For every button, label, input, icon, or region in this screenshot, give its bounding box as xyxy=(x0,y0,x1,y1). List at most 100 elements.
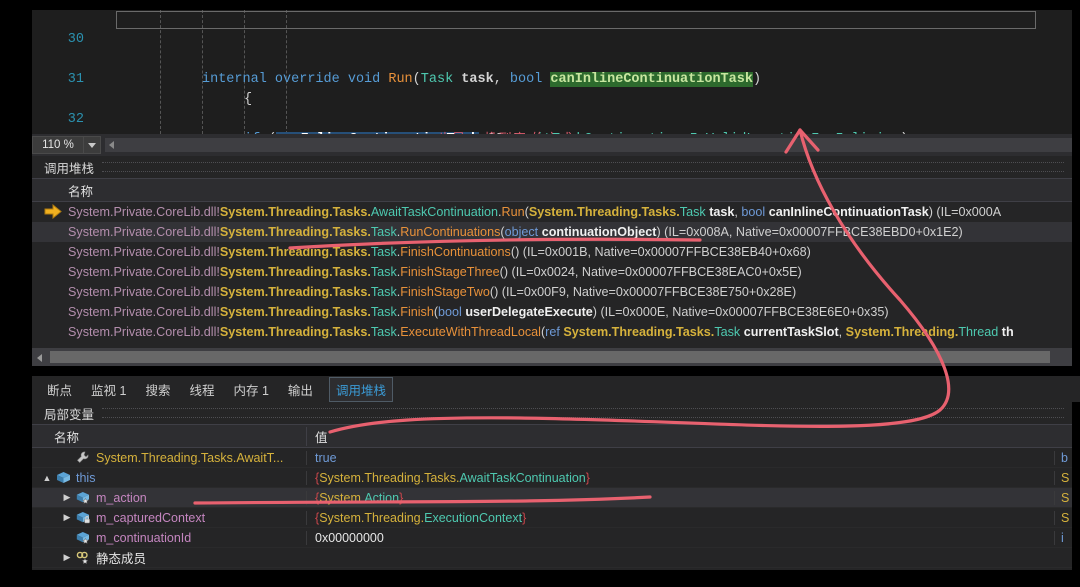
expander-collapse-icon[interactable]: ▲ xyxy=(40,473,54,483)
param-caninline-highlight: canInlineContinuationTask xyxy=(550,72,753,87)
expander-expand-icon[interactable]: ▶ xyxy=(60,492,74,503)
call-stack-header: 名称 xyxy=(32,178,1072,202)
frame-offsets: (IL=0x008A, Native=0x00007FFBCE38EBD0+0x… xyxy=(661,225,963,239)
locals-variable-name: m_capturedContext xyxy=(92,511,205,525)
frame-module: System.Private.CoreLib.dll! xyxy=(68,305,220,319)
expander-expand-icon[interactable]: ▶ xyxy=(60,552,74,563)
kw-override: override xyxy=(275,72,340,87)
frame-offsets: (IL=0x000A xyxy=(933,205,1001,219)
frame-arg-keyword: bool xyxy=(438,305,462,319)
frame-class: AwaitTaskContinuation xyxy=(371,205,498,219)
locals-row[interactable]: ▶ 静态成员 xyxy=(32,548,1072,568)
code-editor[interactable]: 30 internal override void Run(Task task,… xyxy=(32,10,1072,134)
title-dots-divider xyxy=(102,408,1064,418)
zoom-level-value[interactable]: 110 % xyxy=(32,136,84,154)
call-stack-rows[interactable]: System.Private.CoreLib.dll!System.Thread… xyxy=(32,202,1072,346)
field-icon xyxy=(74,531,92,544)
tab-2[interactable]: 搜索 xyxy=(142,378,173,401)
frame-arg-keyword: ref xyxy=(545,325,560,339)
locals-title: 局部变量 xyxy=(44,404,94,423)
frame-arg-name: continuationObject xyxy=(542,225,657,239)
locals-row[interactable]: ▶ m_capturedContext {System.Threading.Exec… xyxy=(32,508,1072,528)
call-stack-frame[interactable]: System.Private.CoreLib.dll!System.Thread… xyxy=(32,202,1072,222)
param-task: task xyxy=(461,72,493,87)
visual-studio-debugger-window: 30 internal override void Run(Task task,… xyxy=(0,0,1080,587)
column-header-value: 值 xyxy=(306,427,1054,446)
code-line[interactable]: 30 internal override void Run(Task task,… xyxy=(32,10,1072,30)
call-stack-horizontal-scrollbar[interactable] xyxy=(32,348,1072,366)
frame-namespace: System.Threading.Tasks. xyxy=(220,225,371,239)
code-line-text: internal override void Run(Task task, bo… xyxy=(202,70,761,90)
frame-namespace: System.Threading.Tasks. xyxy=(220,325,371,339)
frame-arg-name: canInlineContinuationTask xyxy=(769,205,929,219)
frame-arg-namespace: System.Threading.Tasks. xyxy=(563,325,714,339)
call-stack-frame[interactable]: System.Private.CoreLib.dll!System.Thread… xyxy=(32,282,1072,302)
locals-row-type-cell: b xyxy=(1054,451,1072,465)
line-number: 31 xyxy=(58,70,84,90)
frame-class: Task xyxy=(371,325,397,339)
locals-row[interactable]: ▲this{System.Threading.Tasks.AwaitTaskCo… xyxy=(32,468,1072,488)
locals-variable-name: m_continuationId xyxy=(92,531,191,545)
tab-0[interactable]: 断点 xyxy=(44,378,75,401)
frame-class: Task xyxy=(371,225,397,239)
scroll-left-icon[interactable] xyxy=(34,351,46,363)
chevron-down-icon[interactable] xyxy=(84,136,101,154)
locals-rows[interactable]: System.Threading.Tasks.AwaitT... trueb ▲th… xyxy=(32,448,1072,568)
debug-tab-strip[interactable]: 断点监视 1 搜索线程内存 1 输出调用堆栈 xyxy=(32,376,1080,402)
call-stack-frame[interactable]: System.Private.CoreLib.dll!System.Thread… xyxy=(32,302,1072,322)
static-members-icon xyxy=(74,551,92,564)
editor-zoom-bar: 110 % xyxy=(32,134,1072,156)
frame-module: System.Private.CoreLib.dll! xyxy=(68,225,220,239)
tab-3[interactable]: 线程 xyxy=(186,378,217,401)
locals-row-name-cell: m_continuationId xyxy=(32,531,306,545)
field-private-icon xyxy=(74,511,92,524)
method-run: Run xyxy=(388,72,412,87)
kw-void: void xyxy=(348,72,380,87)
locals-row-name-cell: ▶ m_capturedContext xyxy=(32,511,306,525)
tab-5[interactable]: 输出 xyxy=(285,378,316,401)
method-icon xyxy=(74,451,92,464)
locals-row[interactable]: m_continuationId 0x00000000i xyxy=(32,528,1072,548)
locals-variable-name: System.Threading.Tasks.AwaitT... xyxy=(92,451,283,465)
call-stack-frame[interactable]: System.Private.CoreLib.dll!System.Thread… xyxy=(32,322,1072,342)
frame-method: FinishStageThree xyxy=(400,265,499,279)
tab-6[interactable]: 调用堆栈 xyxy=(329,377,393,402)
frame-method: FinishStageTwo xyxy=(400,285,490,299)
locals-row-type-cell: i xyxy=(1054,531,1072,545)
locals-row[interactable]: System.Threading.Tasks.AwaitT... trueb xyxy=(32,448,1072,468)
locals-row[interactable]: ▶m_action{System.Action}S xyxy=(32,488,1072,508)
locals-title-bar: 局部变量 xyxy=(32,402,1072,424)
frame-arg-name: task xyxy=(709,205,734,219)
frame-class: Task xyxy=(371,285,397,299)
locals-variable-name: 静态成员 xyxy=(92,548,146,567)
code-line[interactable]: 32 if (canInlineContinuationTask && Awai… xyxy=(32,90,1072,110)
locals-row-value-cell: 0x00000000 xyxy=(306,531,1054,545)
call-stack-frame[interactable]: System.Private.CoreLib.dll!System.Thread… xyxy=(32,242,1072,262)
frame-module: System.Private.CoreLib.dll! xyxy=(68,205,220,219)
code-line[interactable]: 31 { xyxy=(32,50,1072,70)
editor-horizontal-scrollbar[interactable] xyxy=(105,138,1072,152)
frame-arg-name: currentTaskSlot xyxy=(744,325,839,339)
frame-method: ExecuteWithThreadLocal xyxy=(400,325,541,339)
scrollbar-thumb[interactable] xyxy=(50,351,1050,363)
locals-row-type-cell: S xyxy=(1054,491,1072,505)
locals-row-value-cell: {System.Threading.ExecutionContext} xyxy=(306,511,1054,525)
frame-module: System.Private.CoreLib.dll! xyxy=(68,285,220,299)
locals-row-name-cell: ▲this xyxy=(32,471,306,485)
scroll-left-icon[interactable] xyxy=(105,138,119,152)
tab-4[interactable]: 内存 1 xyxy=(230,378,271,401)
line-number: 30 xyxy=(58,30,84,50)
collapse-outline xyxy=(116,11,1036,29)
call-stack-frame[interactable]: System.Private.CoreLib.dll!System.Thread… xyxy=(32,262,1072,282)
frame-class: Task xyxy=(371,245,397,259)
column-header-name: 名称 xyxy=(32,427,306,446)
call-stack-frame[interactable]: System.Private.CoreLib.dll!System.Thread… xyxy=(32,222,1072,242)
locals-variable-name: m_action xyxy=(92,491,147,505)
expander-expand-icon[interactable]: ▶ xyxy=(60,512,74,523)
locals-row-type-cell: S xyxy=(1054,471,1072,485)
call-stack-title: 调用堆栈 xyxy=(44,158,94,177)
locals-row-value-cell: true xyxy=(306,451,1054,465)
tab-1[interactable]: 监视 1 xyxy=(88,378,129,401)
frame-arg-name: userDelegateExecute xyxy=(465,305,592,319)
locals-row-name-cell: ▶ m_action xyxy=(32,491,306,505)
